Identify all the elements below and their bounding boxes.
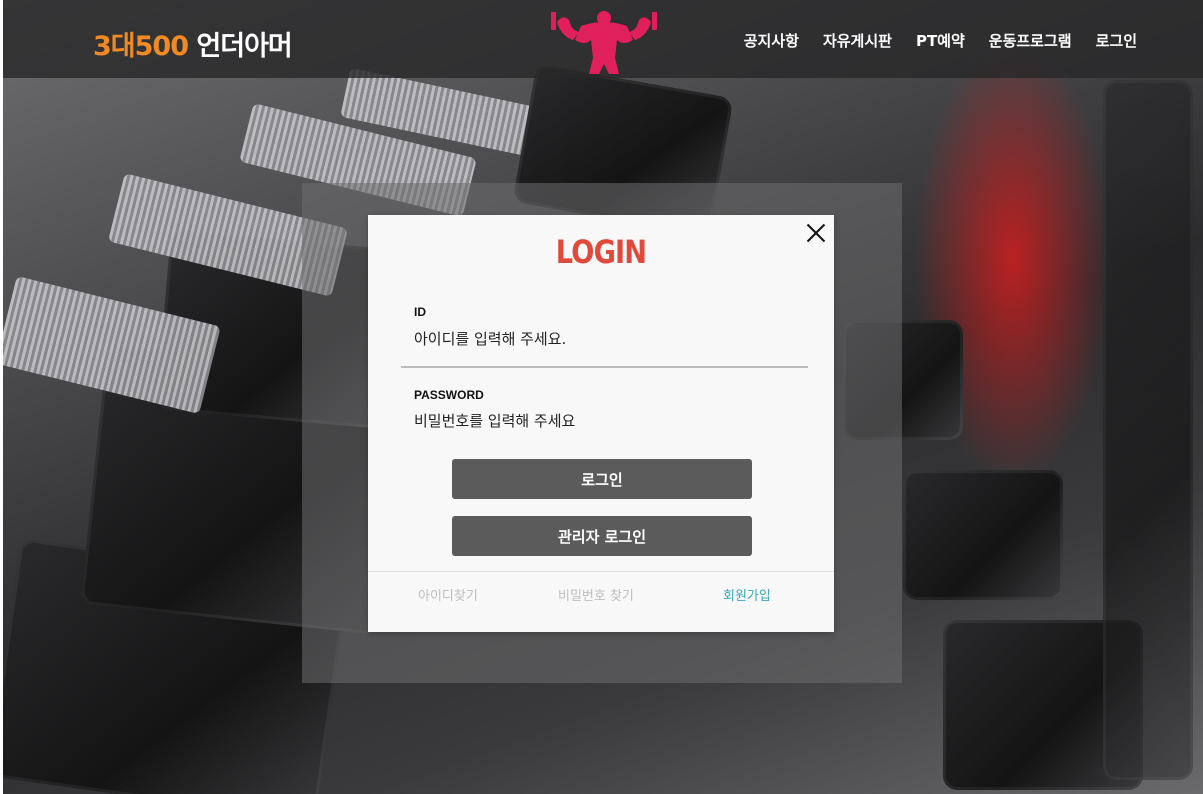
id-label: ID xyxy=(414,305,426,319)
footer-divider xyxy=(368,571,834,572)
login-modal: LOGIN ID PASSWORD 로그인 관리자 로그인 아이디찾기 비밀번호… xyxy=(368,215,834,632)
site-header: 3대500 언더아머 공지사항 자유게시판 PT예약 운동프로그램 로그인 xyxy=(3,0,1203,78)
main-nav: 공지사항 자유게시판 PT예약 운동프로그램 로그인 xyxy=(744,30,1137,51)
modal-title: LOGIN xyxy=(555,233,647,271)
password-input[interactable] xyxy=(414,412,804,430)
login-button[interactable]: 로그인 xyxy=(452,459,752,499)
modal-footer-links: 아이디찾기 비밀번호 찾기 회원가입 xyxy=(368,585,834,605)
nav-pt-reservation[interactable]: PT예약 xyxy=(916,30,965,51)
field-divider xyxy=(401,366,808,368)
nav-notice[interactable]: 공지사항 xyxy=(744,30,799,51)
signup-link[interactable]: 회원가입 xyxy=(723,585,771,604)
nav-exercise-program[interactable]: 운동프로그램 xyxy=(989,30,1072,51)
password-label: PASSWORD xyxy=(414,388,484,402)
find-password-link[interactable]: 비밀번호 찾기 xyxy=(558,585,634,604)
admin-login-button[interactable]: 관리자 로그인 xyxy=(452,516,752,556)
brand-logo-text[interactable]: 3대500 언더아머 xyxy=(93,24,293,63)
brand-name: 언더아머 xyxy=(196,31,292,62)
brand-accent: 3대500 xyxy=(93,31,189,62)
nav-login[interactable]: 로그인 xyxy=(1096,30,1137,51)
close-icon[interactable] xyxy=(806,223,826,243)
id-input[interactable] xyxy=(414,330,804,348)
muscle-man-logo-icon[interactable] xyxy=(543,6,665,76)
find-id-link[interactable]: 아이디찾기 xyxy=(418,585,478,604)
nav-free-board[interactable]: 자유게시판 xyxy=(823,30,892,51)
